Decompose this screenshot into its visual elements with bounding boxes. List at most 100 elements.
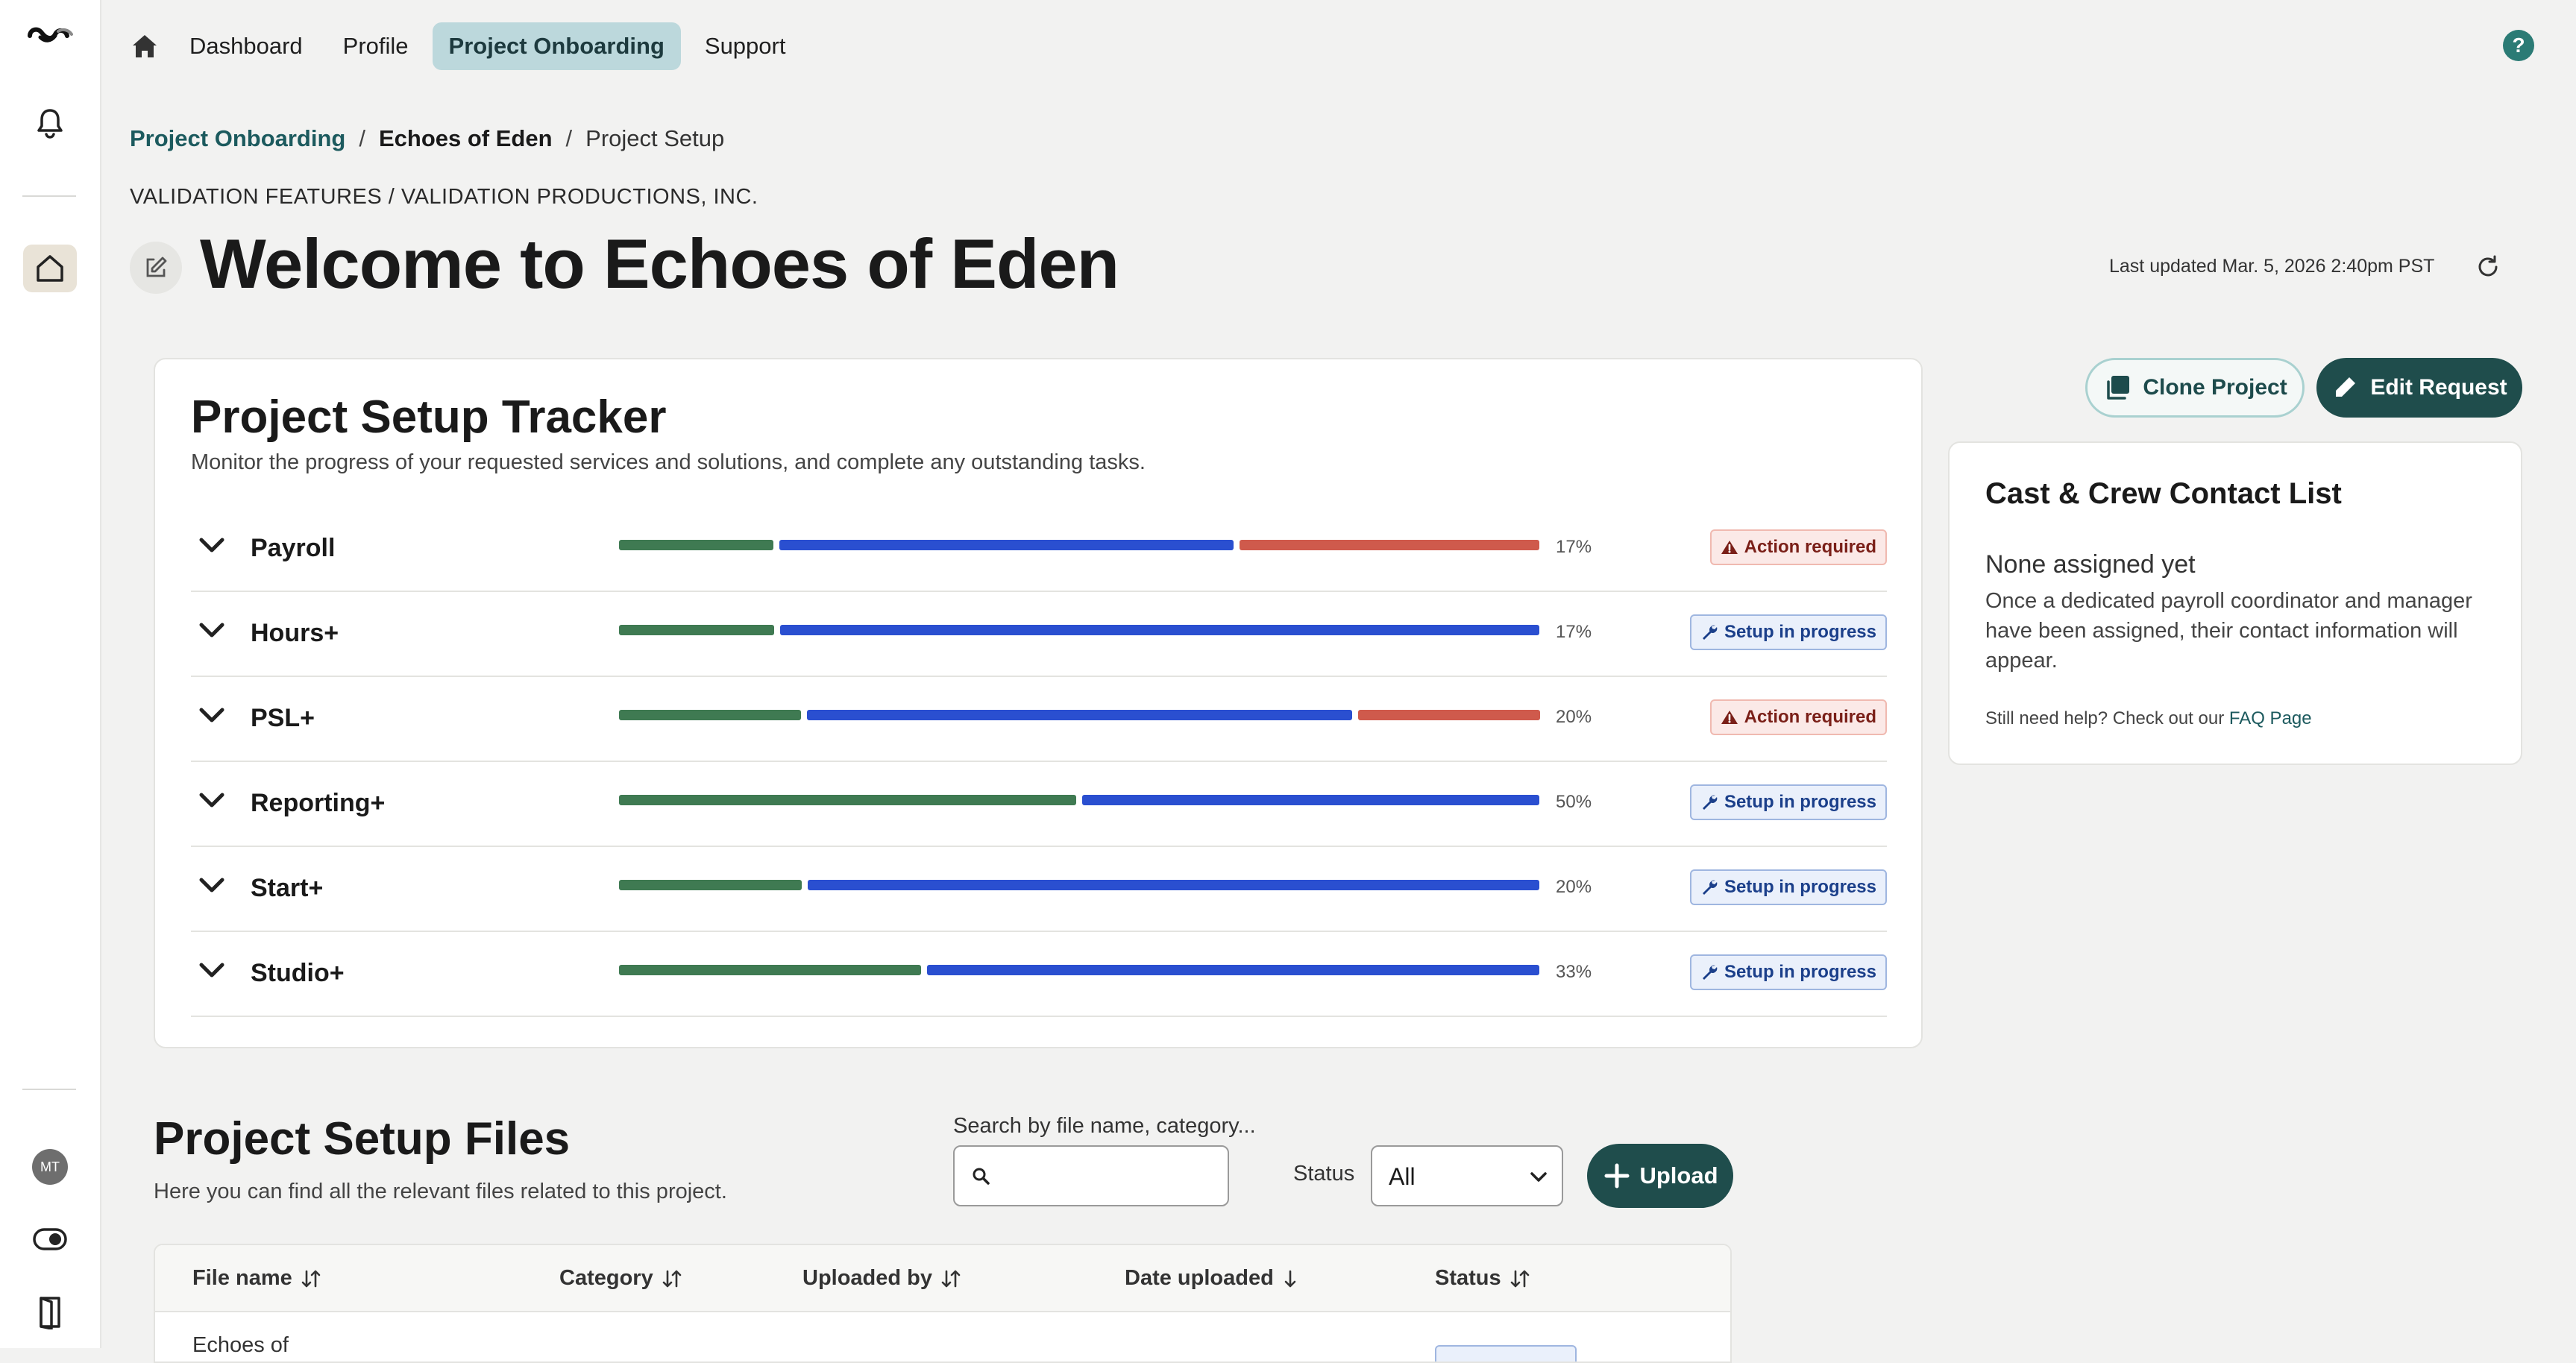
- chevron-down-icon[interactable]: [197, 705, 227, 726]
- refresh-icon: [2478, 255, 2498, 277]
- sort-icon: [301, 1270, 321, 1287]
- service-name: Reporting+: [251, 789, 386, 817]
- breadcrumb-separator: /: [565, 125, 573, 151]
- sidebar-item-home[interactable]: [0, 245, 100, 292]
- edit-request-button[interactable]: Edit Request: [2316, 358, 2522, 418]
- sort-icon: [662, 1270, 682, 1287]
- wrench-icon: [1702, 965, 1718, 980]
- status-badge-label: Setup in progress: [1724, 622, 1876, 642]
- search-icon: [973, 1168, 990, 1185]
- search-input[interactable]: [953, 1145, 1229, 1206]
- user-avatar-button[interactable]: MT: [0, 1148, 100, 1186]
- service-row[interactable]: Payroll 17% Action required: [191, 509, 1887, 592]
- service-name: Studio+: [251, 959, 345, 987]
- nav-dashboard[interactable]: Dashboard: [173, 22, 319, 70]
- sort-icon: [941, 1270, 961, 1287]
- column-category[interactable]: Category: [559, 1266, 683, 1291]
- wrench-icon: [1702, 880, 1718, 895]
- status-badge: Setup in progress: [1689, 614, 1887, 650]
- service-name: PSL+: [251, 704, 315, 732]
- status-filter-value: All: [1389, 1163, 1416, 1190]
- project-setup-tracker-card: Project Setup Tracker Monitor the progre…: [154, 358, 1923, 1048]
- app-logo[interactable]: [0, 18, 100, 51]
- column-label: Date uploaded: [1125, 1266, 1274, 1290]
- service-name: Payroll: [251, 534, 336, 562]
- nav-project-onboarding[interactable]: Project Onboarding: [432, 22, 681, 70]
- service-row[interactable]: Reporting+ 50% Setup in progress: [191, 764, 1887, 847]
- refresh-button[interactable]: [2475, 254, 2501, 280]
- progress-percent: 50%: [1556, 792, 1592, 812]
- status-badge: Setup in progress: [1689, 784, 1887, 820]
- progress-segment-in-progress: [1082, 795, 1539, 805]
- progress-percent: 17%: [1556, 537, 1592, 557]
- company-path: VALIDATION FEATURES / VALIDATION PRODUCT…: [130, 185, 758, 209]
- sort-icon: [1510, 1270, 1529, 1287]
- top-navigation: Dashboard Profile Project Onboarding Sup…: [124, 22, 802, 70]
- clone-project-button[interactable]: Clone Project: [2085, 358, 2305, 418]
- breadcrumb-root-link[interactable]: Project Onboarding: [130, 125, 345, 152]
- contact-none-assigned: None assigned yet: [1985, 550, 2196, 579]
- sidebar-divider: [22, 195, 76, 197]
- progress-segment-action: [1358, 710, 1540, 720]
- chevron-down-icon[interactable]: [197, 790, 227, 811]
- page-title: Welcome to Echoes of Eden: [200, 224, 1119, 303]
- pencil-icon: [2336, 377, 2356, 397]
- contact-help: Still need help? Check out our FAQ Page: [1985, 708, 2312, 729]
- notifications-button[interactable]: [0, 104, 100, 143]
- service-row[interactable]: Studio+ 33% Setup in progress: [191, 934, 1887, 1017]
- progress-segment-in-progress: [780, 625, 1539, 635]
- nav-home-button[interactable]: [124, 22, 166, 70]
- progress-segment-complete: [619, 880, 802, 890]
- edit-title-button[interactable]: [130, 242, 182, 294]
- column-date-uploaded[interactable]: Date uploaded: [1125, 1266, 1299, 1291]
- service-row[interactable]: Start+ 20% Setup in progress: [191, 849, 1887, 932]
- file-name-cell[interactable]: Echoes of: [192, 1333, 289, 1358]
- home-active-indicator: [23, 245, 77, 292]
- clone-project-label: Clone Project: [2143, 375, 2287, 400]
- copy-icon: [2107, 376, 2130, 400]
- faq-link[interactable]: FAQ Page: [2229, 708, 2312, 728]
- wrench-icon: [1702, 625, 1718, 640]
- column-status[interactable]: Status: [1435, 1266, 1531, 1291]
- plus-icon: [1604, 1163, 1630, 1189]
- column-file-name[interactable]: File name: [192, 1266, 322, 1291]
- toggle-icon: [33, 1228, 67, 1250]
- service-name: Start+: [251, 874, 324, 902]
- sidebar-divider: [22, 1089, 76, 1090]
- warning-icon: [1721, 711, 1738, 724]
- status-badge-label: Setup in progress: [1724, 877, 1876, 897]
- help-button[interactable]: ?: [2503, 30, 2534, 61]
- breadcrumb-project-link[interactable]: Echoes of Eden: [379, 125, 553, 152]
- home-icon: [133, 35, 157, 57]
- status-badge: Setup in progress: [1689, 869, 1887, 905]
- avatar: MT: [32, 1149, 68, 1185]
- status-badge-label: Setup in progress: [1724, 962, 1876, 982]
- status-badge: Action required: [1709, 699, 1887, 735]
- tracker-subtitle: Monitor the progress of your requested s…: [191, 450, 1146, 474]
- last-updated-text: Last updated Mar. 5, 2026 2:40pm PST: [2109, 256, 2435, 277]
- chevron-down-icon[interactable]: [197, 620, 227, 641]
- chevron-down-icon[interactable]: [197, 535, 227, 556]
- progress-segment-in-progress: [808, 880, 1539, 890]
- progress-bar: [619, 880, 1539, 890]
- chevron-down-icon[interactable]: [197, 960, 227, 981]
- theme-toggle[interactable]: [0, 1223, 100, 1256]
- status-filter-select[interactable]: All: [1371, 1145, 1563, 1206]
- service-row[interactable]: PSL+ 20% Action required: [191, 679, 1887, 762]
- nav-support[interactable]: Support: [688, 22, 802, 70]
- logout-button[interactable]: [0, 1294, 100, 1330]
- nav-profile[interactable]: Profile: [327, 22, 425, 70]
- status-badge: Setup in progress: [1689, 954, 1887, 990]
- column-label: Uploaded by: [802, 1266, 933, 1290]
- chevron-down-icon[interactable]: [197, 875, 227, 896]
- service-row[interactable]: Hours+ 17% Setup in progress: [191, 594, 1887, 677]
- status-badge-label: Action required: [1744, 537, 1876, 557]
- door-icon: [40, 1297, 60, 1329]
- upload-button[interactable]: Upload: [1587, 1144, 1733, 1208]
- search-label: Search by file name, category...: [953, 1114, 1256, 1138]
- column-label: Status: [1435, 1266, 1501, 1290]
- edit-icon: [146, 256, 167, 277]
- sidebar: MT: [0, 0, 101, 1348]
- breadcrumb-separator: /: [359, 125, 365, 151]
- column-uploaded-by[interactable]: Uploaded by: [802, 1266, 962, 1291]
